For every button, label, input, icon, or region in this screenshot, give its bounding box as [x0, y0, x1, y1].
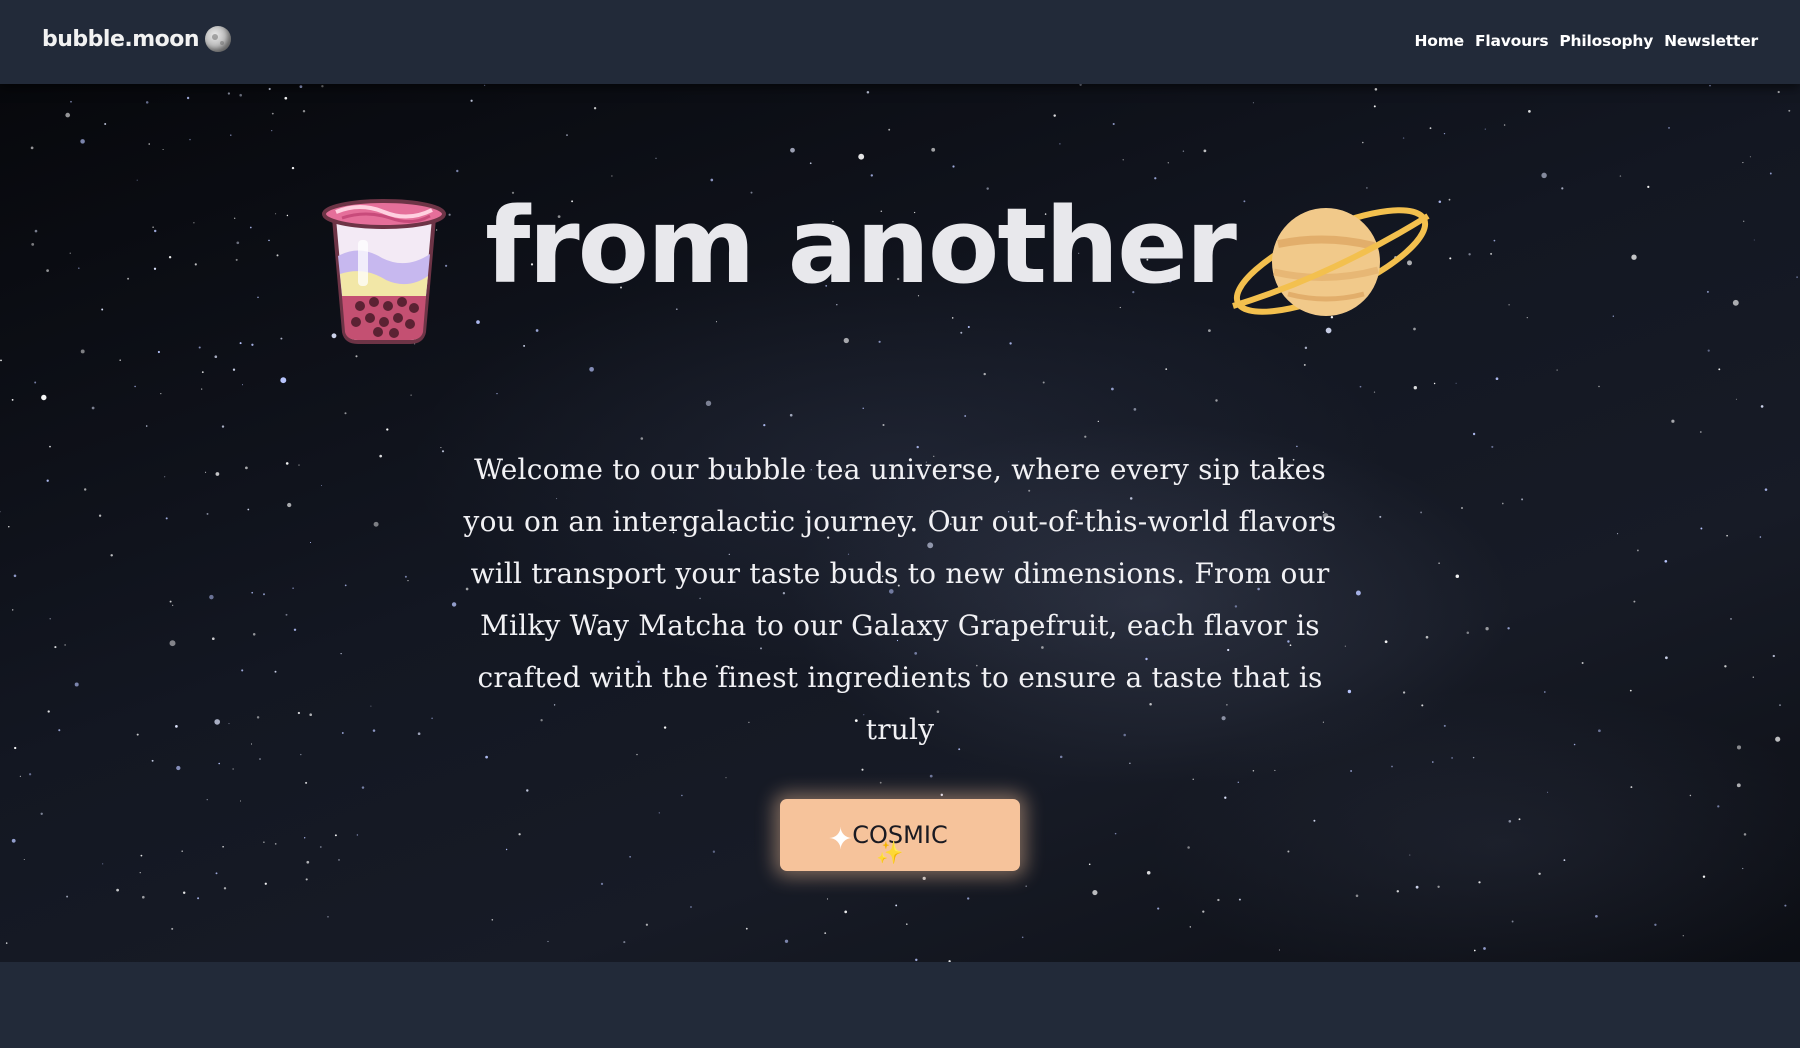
- moon-icon: [205, 26, 232, 52]
- nav-link-philosophy[interactable]: Philosophy: [1559, 32, 1653, 50]
- hero-description: Welcome to our bubble tea universe, wher…: [463, 453, 1337, 746]
- bubble-tea-cup-icon: [322, 199, 446, 344]
- top-navbar: bubble.moon Home Flavours Philosophy New…: [0, 0, 1800, 84]
- nav-link-home[interactable]: Home: [1414, 32, 1464, 50]
- nav-link-newsletter[interactable]: Newsletter: [1664, 32, 1758, 50]
- nav-link-flavours[interactable]: Flavours: [1475, 32, 1549, 50]
- page-footer-band: [0, 962, 1800, 1048]
- sparkle-icon: ✦: [828, 822, 854, 857]
- sparkles-icon: ✨: [876, 841, 903, 866]
- main-nav: Home Flavours Philosophy Newsletter: [1414, 32, 1758, 50]
- cosmic-cta-button[interactable]: COSMIC ✦ ✨: [780, 799, 1020, 871]
- brand-name: bubble.moon: [42, 26, 200, 52]
- hero-title: from another: [485, 185, 1237, 307]
- cta-label: COSMIC: [852, 821, 948, 849]
- ringed-planet-icon: [1232, 207, 1430, 316]
- brand-logo[interactable]: bubble.moon: [42, 26, 232, 52]
- hero-section: from another Welcome to our bubble tea u…: [0, 84, 1800, 962]
